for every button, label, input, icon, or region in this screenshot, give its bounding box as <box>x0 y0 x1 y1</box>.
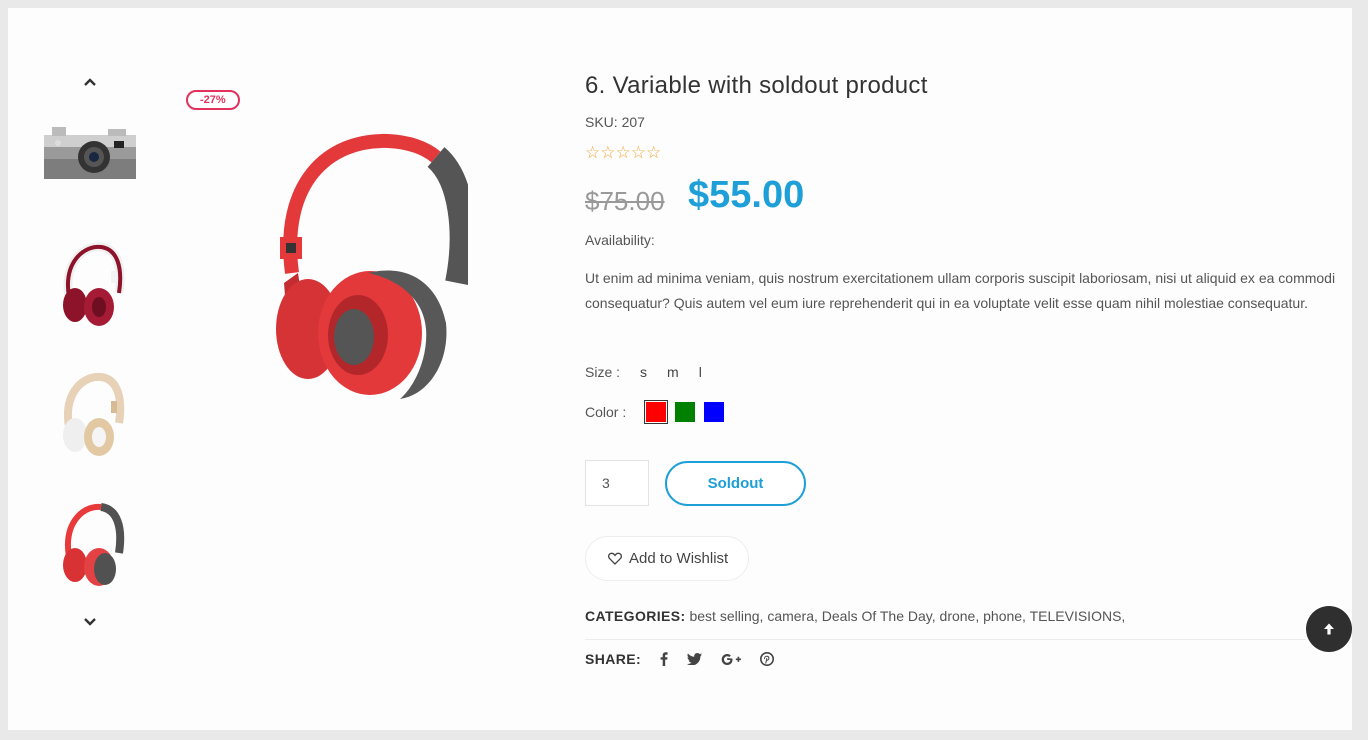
discount-badge: -27% <box>186 90 240 110</box>
scroll-to-top-button[interactable] <box>1306 606 1352 652</box>
size-option-m[interactable]: m <box>667 364 679 380</box>
category-link[interactable]: TELEVISIONS, <box>1030 608 1126 624</box>
category-link[interactable]: drone, <box>940 608 980 624</box>
category-link[interactable]: Deals Of The Day, <box>822 608 936 624</box>
availability-label: Availability: <box>585 232 655 248</box>
main-product-image[interactable] <box>258 133 468 403</box>
headphones-red-image <box>63 503 125 586</box>
thumbs-down-arrow-icon[interactable] <box>80 612 100 632</box>
google-plus-icon[interactable] <box>721 653 742 665</box>
color-selector: Color : <box>585 400 725 424</box>
thumbnail-headphones-gold[interactable] <box>40 366 140 466</box>
divider <box>585 639 1345 640</box>
product-description: Ut enim ad minima veniam, quis nostrum e… <box>585 270 1336 311</box>
thumbnail-headphones-maroon[interactable] <box>40 236 140 336</box>
sku-row: SKU: 207 <box>585 114 645 130</box>
facebook-icon[interactable] <box>660 652 668 666</box>
size-option-s[interactable]: s <box>640 364 647 380</box>
thumbs-up-arrow-icon[interactable] <box>80 72 100 92</box>
share-label: SHARE: <box>585 651 642 667</box>
thumbnail-camera[interactable] <box>40 104 140 204</box>
categories-label: CATEGORIES: <box>585 608 686 624</box>
headphones-maroon-image <box>63 242 125 326</box>
share-row: SHARE: <box>585 651 775 667</box>
size-label: Size : <box>585 364 621 380</box>
sale-price: $55.00 <box>688 174 805 216</box>
sku-value: 207 <box>621 114 645 130</box>
size-selector: Size : s m l <box>585 364 702 380</box>
quantity-input[interactable] <box>585 460 649 506</box>
twitter-icon[interactable] <box>687 653 703 665</box>
color-swatch-blue[interactable] <box>704 402 725 422</box>
headphones-gold-image <box>63 372 125 456</box>
color-swatch-red[interactable] <box>644 400 669 424</box>
arrow-up-icon <box>1324 623 1334 635</box>
category-link[interactable]: best selling, <box>689 608 763 624</box>
sku-label: SKU: <box>585 114 618 130</box>
size-option-l[interactable]: l <box>699 364 702 380</box>
color-swatch-green[interactable] <box>675 402 696 422</box>
wishlist-label: Add to Wishlist <box>629 550 729 567</box>
color-label: Color : <box>585 404 627 420</box>
rating-stars: ☆☆☆☆☆ <box>585 143 662 162</box>
category-link[interactable]: phone, <box>983 608 1026 624</box>
product-page: -27% 6. Variable with soldout product SK… <box>8 8 1352 730</box>
soldout-button[interactable]: Soldout <box>665 461 806 506</box>
add-to-wishlist-button[interactable]: Add to Wishlist <box>585 536 750 581</box>
categories-row: CATEGORIES: best selling, camera, Deals … <box>585 608 1125 624</box>
old-price: $75.00 <box>585 186 665 216</box>
product-title: 6. Variable with soldout product <box>585 72 928 99</box>
heart-icon <box>608 552 622 565</box>
thumbnail-headphones-red[interactable] <box>40 496 140 596</box>
category-link[interactable]: camera, <box>767 608 818 624</box>
pinterest-icon[interactable] <box>760 652 775 666</box>
camera-image <box>44 127 136 179</box>
